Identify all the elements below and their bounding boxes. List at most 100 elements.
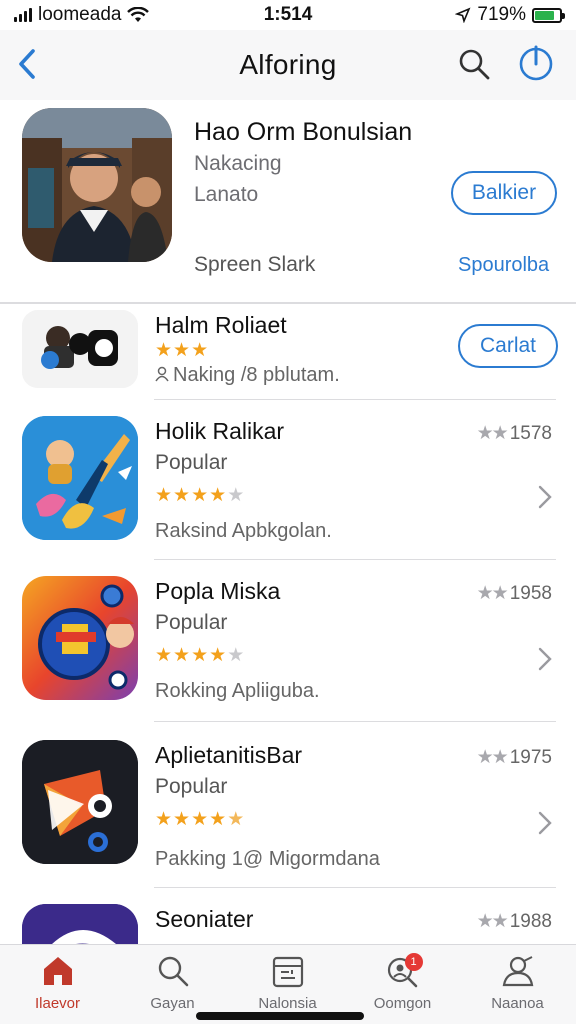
- featured-footer-text: Spreen Slark: [194, 253, 316, 276]
- list-item[interactable]: AplietanitisBar Popular ★★★★★ Pakking 1@…: [0, 722, 576, 888]
- featured-subtitle: Nakacing: [194, 152, 282, 175]
- star-icon: ★: [209, 485, 228, 506]
- carrier-name: loomeada: [38, 4, 122, 25]
- star-icon: ★: [209, 809, 228, 830]
- app-name: Seoniater: [155, 906, 254, 932]
- app-category: Popular: [155, 611, 228, 634]
- battery-icon: [532, 7, 565, 23]
- battery-percent: 719%: [477, 4, 526, 25]
- star-rating: ★★★★★: [155, 808, 245, 831]
- app-name: AplietanitisBar: [155, 742, 303, 768]
- tab-label: Gayan: [150, 995, 195, 1012]
- star-icon: ★: [227, 645, 246, 666]
- rating-count: ★★ 1578: [477, 422, 552, 445]
- star-icon: ★: [173, 809, 192, 830]
- app-category: Popular: [155, 775, 228, 798]
- star-icon: ★: [191, 340, 210, 361]
- rating-count: ★★ 1975: [477, 746, 552, 769]
- star-icon: ★: [227, 485, 246, 506]
- notification-badge: 1: [404, 953, 423, 971]
- star-icon: ★★: [476, 911, 509, 932]
- star-rating: ★★★★★: [155, 484, 245, 507]
- star-icon: ★: [173, 340, 192, 361]
- status-time: 1:514: [263, 4, 313, 25]
- list-item[interactable]: Seoniater ★★ 1988: [0, 888, 576, 944]
- wifi-icon: [127, 7, 150, 22]
- tab-label: Naanoa: [491, 995, 544, 1012]
- chevron-right-icon[interactable]: [536, 810, 554, 836]
- featured-card[interactable]: Hao Orm Bonulsian Nakacing Lanato Balkie…: [0, 100, 576, 302]
- app-icon: [22, 416, 138, 540]
- tab-calendar[interactable]: Nalonsia: [230, 951, 345, 1017]
- back-button[interactable]: [12, 44, 42, 84]
- get-button[interactable]: Carlat: [458, 324, 558, 368]
- power-icon: [519, 45, 553, 81]
- star-icon: ★: [173, 485, 192, 506]
- tab-people-search[interactable]: 1 Oomgon: [345, 951, 460, 1017]
- home-indicator: [196, 1012, 364, 1020]
- tab-search[interactable]: Gayan: [115, 951, 230, 1017]
- star-icon: ★★: [476, 583, 509, 604]
- star-rating: ★★★★★: [155, 644, 245, 667]
- app-category: Popular: [155, 451, 228, 474]
- search-icon: [153, 951, 193, 991]
- rating-count-text: 1578: [509, 423, 552, 444]
- page-title: Alforing: [239, 49, 337, 80]
- featured-link[interactable]: Spourolba: [458, 254, 549, 277]
- navigation-bar: Alforing: [0, 30, 576, 100]
- app-name: Halm Roliaet: [155, 312, 287, 338]
- app-detail: Rokking Apliiguba.: [155, 680, 320, 702]
- tab-profile[interactable]: Naanoa: [460, 951, 575, 1017]
- status-right: 719%: [455, 4, 565, 26]
- star-icon: ★: [155, 645, 174, 666]
- app-icon: [22, 576, 138, 700]
- rating-count-text: 1958: [509, 583, 552, 604]
- rating-count-text: 1988: [509, 911, 552, 932]
- featured-photo: [22, 108, 172, 262]
- featured-subtitle-secondary: Lanato: [194, 183, 259, 206]
- star-icon: ★: [155, 809, 174, 830]
- power-button[interactable]: [516, 44, 556, 84]
- featured-title: Hao Orm Bonulsian: [194, 118, 413, 146]
- status-bar: loomeada 1:514 719%: [0, 0, 576, 30]
- chevron-right-icon[interactable]: [536, 646, 554, 672]
- app-icon: [22, 904, 138, 944]
- profile-icon: [498, 951, 538, 991]
- rating-count-text: 1975: [509, 747, 552, 768]
- star-icon: ★: [191, 645, 210, 666]
- app-detail: Naking /8 pblutam.: [155, 364, 340, 387]
- person-search-icon: 1: [383, 951, 423, 991]
- app-icon: [22, 310, 138, 388]
- rating-count: ★★ 1988: [477, 910, 552, 933]
- star-icon: ★: [173, 645, 192, 666]
- app-name: Popla Miska: [155, 578, 281, 604]
- star-icon: ★: [155, 340, 174, 361]
- app-detail-text: Naking /8 pblutam.: [173, 364, 340, 386]
- home-icon: [38, 951, 78, 991]
- app-icon: [22, 740, 138, 864]
- tab-home[interactable]: Ilaevor: [0, 951, 115, 1017]
- star-icon: ★: [209, 645, 228, 666]
- app-name: Holik Ralikar: [155, 418, 285, 444]
- search-icon: [459, 49, 490, 80]
- star-icon: ★: [191, 809, 210, 830]
- list-item[interactable]: Popla Miska Popular ★★★★★ Rokking Apliig…: [0, 560, 576, 722]
- star-icon: ★★: [476, 747, 509, 768]
- featured-action-button[interactable]: Balkier: [451, 171, 557, 215]
- search-button[interactable]: [456, 46, 492, 82]
- app-detail: Pakking 1@ Migormdana: [155, 848, 380, 870]
- star-icon: ★: [227, 809, 246, 830]
- star-icon: ★: [191, 485, 210, 506]
- calendar-icon: [268, 951, 308, 991]
- location-icon: [455, 7, 471, 23]
- list-item[interactable]: Halm Roliaet ★★★ Naking /8 pblutam. Carl…: [0, 304, 576, 400]
- app-detail: Raksind Apbkgolan.: [155, 520, 332, 542]
- status-left: loomeada: [14, 4, 150, 26]
- person-icon: [155, 366, 169, 382]
- tab-label: Ilaevor: [34, 995, 81, 1012]
- list-item[interactable]: Holik Ralikar Popular ★★★★★ Raksind Apbk…: [0, 400, 576, 560]
- star-icon: ★★: [476, 423, 509, 444]
- star-rating: ★★★: [155, 339, 209, 362]
- tab-label: Oomgon: [373, 995, 432, 1012]
- chevron-right-icon[interactable]: [536, 484, 554, 510]
